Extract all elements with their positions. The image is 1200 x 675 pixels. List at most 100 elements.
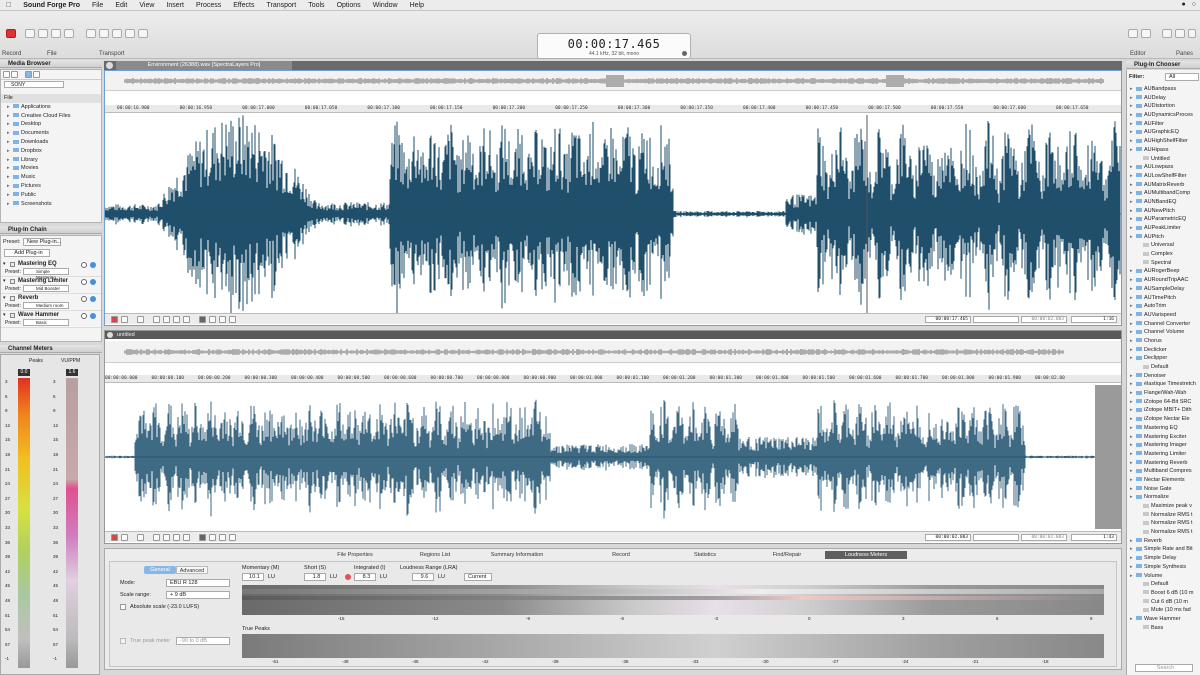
plugin-chooser-item[interactable]: ▸ Simple Delay (1127, 554, 1200, 563)
plugin-chooser-item[interactable]: ▸ Mastering EQ (1127, 424, 1200, 433)
loop-icon[interactable] (137, 316, 144, 323)
plugin-chooser-item[interactable]: ▸ Mastering Exciter (1127, 433, 1200, 442)
plugin-chooser-item[interactable]: ▸ AURoundTripAAC (1127, 276, 1200, 285)
overview-strip-2[interactable] (105, 341, 1121, 363)
menu-insert[interactable]: Insert (160, 2, 190, 9)
plugin-search-input[interactable]: Search (1135, 664, 1193, 672)
plugin-chooser-item[interactable]: Cut 6 dB (10 m (1127, 598, 1200, 607)
folder-item[interactable]: ▸ Movies (1, 164, 101, 173)
plugin-chooser-item[interactable]: ▸ AUPeakLimiter (1127, 224, 1200, 233)
app-menu[interactable]: Sound Forge Pro (17, 2, 86, 9)
forward-nav-icon[interactable] (11, 71, 18, 78)
plugin-power-icon[interactable] (90, 296, 96, 302)
expand-icon[interactable]: ▾ (3, 261, 6, 267)
stop-icon[interactable] (112, 29, 122, 38)
selection-start-1[interactable] (973, 316, 1019, 323)
filter-select[interactable]: All (1165, 73, 1199, 81)
plugin-power-icon[interactable] (90, 313, 96, 319)
bottom-tab-record[interactable]: Record (583, 551, 659, 559)
new-file-icon[interactable] (25, 29, 35, 38)
expand-icon[interactable]: ▾ (3, 278, 6, 284)
absolute-scale-checkbox[interactable] (120, 604, 126, 610)
menu-file[interactable]: File (86, 2, 109, 9)
save-file-icon[interactable] (51, 29, 61, 38)
menu-tools[interactable]: Tools (302, 2, 330, 9)
envelope-tool-icon-2[interactable] (229, 534, 236, 541)
envelope-tool-icon[interactable] (229, 316, 236, 323)
plugin-settings-icon[interactable] (81, 313, 87, 319)
true-peak-checkbox[interactable] (120, 638, 126, 644)
folder-item[interactable]: ▸ Screenshots (1, 200, 101, 209)
forward-icon[interactable] (138, 29, 148, 38)
plugin-chooser-item[interactable]: Mute (10 ms fad (1127, 606, 1200, 615)
folder-item[interactable]: ▸ Desktop (1, 120, 101, 129)
menu-process[interactable]: Process (190, 2, 227, 9)
expand-icon[interactable]: ▾ (3, 312, 6, 318)
plugin-chooser-item[interactable]: ▸ AUMatrixReverb (1127, 181, 1200, 190)
media-browser-header[interactable]: Media Browser (0, 60, 102, 68)
current-select[interactable]: Current (464, 573, 492, 581)
plugin-chooser-item[interactable]: ▸ iZotope 64-Bit SRC (1127, 398, 1200, 407)
menu-window[interactable]: Window (367, 2, 404, 9)
plugin-chooser-item[interactable]: ▸ Chorus (1127, 337, 1200, 346)
bypass-checkbox[interactable] (10, 296, 15, 301)
wifi-icon[interactable]: ● (1182, 1, 1186, 8)
menu-edit[interactable]: Edit (109, 2, 133, 9)
folder-item[interactable]: ▸ Applications (1, 103, 101, 112)
channel-meters-header[interactable]: Channel Meters (0, 345, 102, 353)
folder-item[interactable]: ▸ Music (1, 173, 101, 182)
plugin-chooser-item[interactable]: ▸ AutoTrim (1127, 302, 1200, 311)
rewind-icon[interactable] (125, 29, 135, 38)
plugin-chooser-item[interactable]: ▸ Channel Converter (1127, 320, 1200, 329)
bypass-checkbox[interactable] (10, 279, 15, 284)
folder-item[interactable]: ▸ Public (1, 191, 101, 200)
stop-small-icon[interactable] (121, 316, 128, 323)
selection-length-2[interactable]: 00:00:02.003 (1021, 534, 1067, 541)
plugin-chooser-item[interactable]: ▸ AUNewPitch (1127, 207, 1200, 216)
editor-layout2-icon[interactable] (1141, 29, 1151, 38)
clock-icon[interactable]: ○ (1192, 1, 1196, 8)
doc-tab[interactable]: Environment (26388).wav [SpectraLayers P… (116, 61, 292, 70)
open-file-icon[interactable] (38, 29, 48, 38)
folder-item[interactable]: ▸ Creative Cloud Files (1, 112, 101, 121)
menu-transport[interactable]: Transport (261, 2, 303, 9)
goto-end-icon-2[interactable] (183, 534, 190, 541)
folder-item[interactable]: ▸ Downloads (1, 138, 101, 147)
plugin-chooser-item[interactable]: ▸ AUPitch (1127, 233, 1200, 242)
menu-view[interactable]: View (133, 2, 160, 9)
plugin-chooser-item[interactable]: ▸ iZotope Nectar Ele (1127, 415, 1200, 424)
editor-layout-icon[interactable] (1128, 29, 1138, 38)
goto-end-icon[interactable] (183, 316, 190, 323)
plugin-chooser-item[interactable]: ▸ Volume (1127, 572, 1200, 581)
plugin-chooser-item[interactable]: ▸ AUHipass (1127, 146, 1200, 155)
plugin-chooser-item[interactable]: ▸ Mastering Reverb (1127, 459, 1200, 468)
edit-tool-icon[interactable] (199, 316, 206, 323)
plugin-chooser-item[interactable]: ▸ élastique Timestretch (1127, 380, 1200, 389)
play-all-icon[interactable] (99, 29, 109, 38)
pane-bottom-icon[interactable] (1175, 29, 1185, 38)
pane-right-icon[interactable] (1188, 29, 1196, 38)
advanced-subtab[interactable]: Advanced (176, 566, 208, 574)
magnify-tool-icon[interactable] (209, 316, 216, 323)
plugin-chooser-item[interactable]: ▸ AUVarispeed (1127, 311, 1200, 320)
plugin-power-icon[interactable] (90, 279, 96, 285)
plugin-chooser-item[interactable]: ▸ Wave Hammer (1127, 615, 1200, 624)
plugin-chooser-item[interactable]: ▸ Channel Volume (1127, 328, 1200, 337)
plugin-chooser-item[interactable]: ▸ AUGraphicEQ (1127, 128, 1200, 137)
cursor-position-1[interactable]: 00:00:17.465 (925, 316, 971, 323)
plugin-chooser-item[interactable]: ▸ AUFilter (1127, 120, 1200, 129)
folder-item[interactable]: ▸ Documents (1, 129, 101, 138)
plugin-chooser-item[interactable]: ▸ AUDynamicsProces (1127, 111, 1200, 120)
menu-help[interactable]: Help (404, 2, 430, 9)
plugin-settings-icon[interactable] (81, 262, 87, 268)
apple-icon[interactable]:  (0, 2, 17, 9)
general-subtab[interactable]: General (144, 566, 176, 574)
overview-strip[interactable] (105, 71, 1121, 91)
plugin-chooser-item[interactable]: ▸ AUParametricEQ (1127, 215, 1200, 224)
plugin-chooser-item[interactable]: ▸ AUHighShelfFilter (1127, 137, 1200, 146)
selection-start-2[interactable] (973, 534, 1019, 541)
plugin-chooser-item[interactable]: Spectral (1127, 259, 1200, 268)
plugin-chooser-item[interactable]: Boost 6 dB (10 m (1127, 589, 1200, 598)
mode-select[interactable]: EBU R 128 (166, 579, 230, 587)
cursor-position-2[interactable]: 00:00:02.003 (925, 534, 971, 541)
